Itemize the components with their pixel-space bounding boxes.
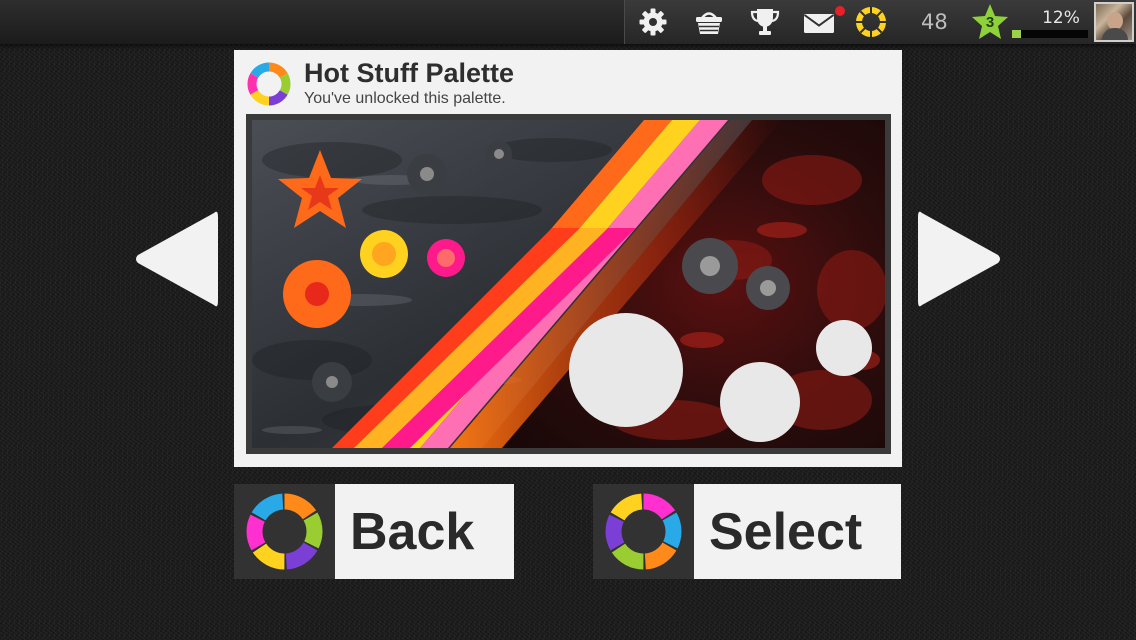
back-button-label: Back xyxy=(350,503,475,561)
gear-icon[interactable] xyxy=(637,6,669,38)
level-number: 3 xyxy=(985,14,995,31)
hud-panel: 48 3 12% xyxy=(624,0,1136,44)
basket-icon[interactable] xyxy=(693,6,725,38)
color-wheel-icon xyxy=(605,493,682,570)
palette-panel: Hot Stuff Palette You've unlocked this p… xyxy=(234,50,902,467)
color-wheel-icon xyxy=(246,493,323,570)
palette-logo-icon xyxy=(247,62,291,106)
palette-subtitle: You've unlocked this palette. xyxy=(304,90,506,107)
coin-count: 48 xyxy=(921,10,948,34)
palette-ring-icon[interactable] xyxy=(855,6,887,38)
select-button[interactable]: Select xyxy=(593,484,901,579)
xp-progress-fill xyxy=(1012,30,1022,38)
palette-title: Hot Stuff Palette xyxy=(304,58,515,88)
palette-preview-art xyxy=(252,120,885,448)
top-bar: 48 3 12% xyxy=(0,0,1136,44)
back-button[interactable]: Back xyxy=(234,484,514,579)
palette-preview xyxy=(246,114,891,454)
white-circle-large xyxy=(569,313,683,427)
player-avatar[interactable] xyxy=(1094,2,1134,42)
previous-palette-arrow[interactable] xyxy=(134,207,218,311)
mail-icon[interactable] xyxy=(803,6,835,38)
white-circle-medium xyxy=(720,362,800,442)
notification-dot xyxy=(835,6,845,16)
white-circle-small xyxy=(816,320,872,376)
next-palette-arrow[interactable] xyxy=(918,207,1002,311)
xp-percent: 12% xyxy=(1042,8,1080,28)
xp-progress-bar xyxy=(1012,30,1088,38)
trophy-icon[interactable] xyxy=(749,6,781,38)
select-button-icon-box xyxy=(593,484,694,579)
back-button-icon-box xyxy=(234,484,335,579)
select-button-label: Select xyxy=(709,503,863,561)
